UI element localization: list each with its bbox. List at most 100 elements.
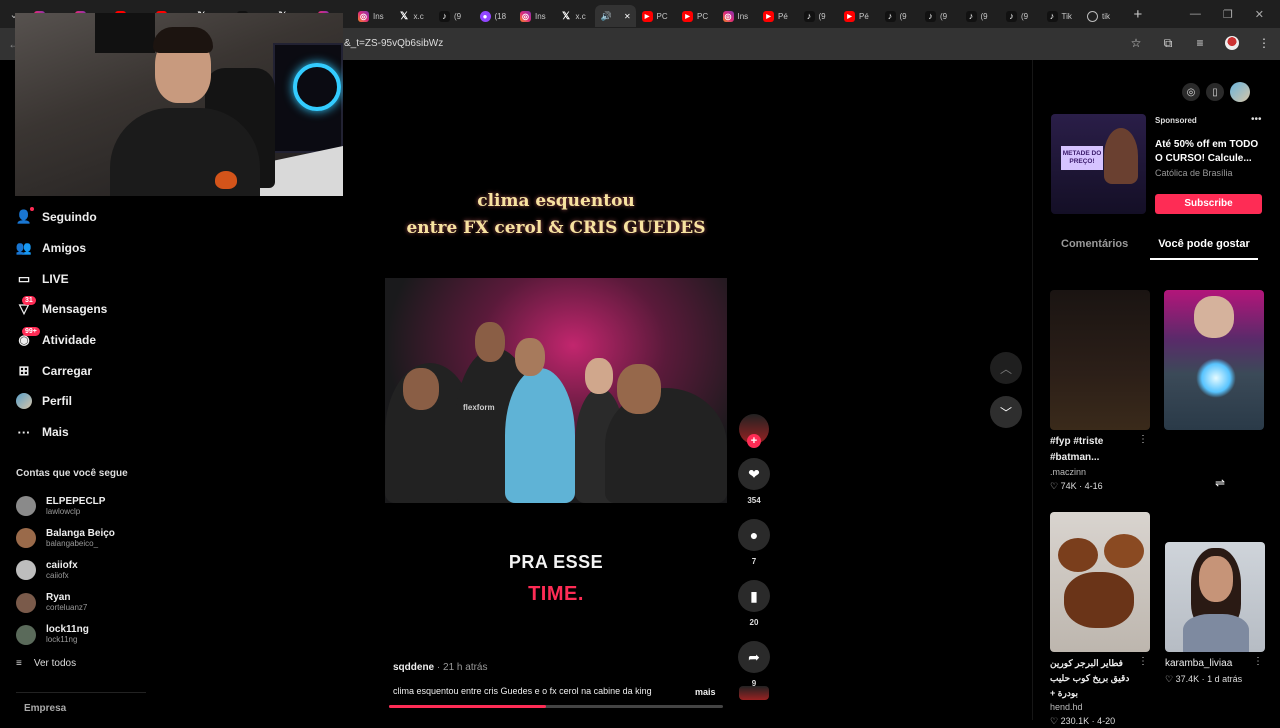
browser-tab[interactable]: ♪ (9 bbox=[1000, 5, 1041, 27]
browser-tab[interactable]: 𝕏x.c bbox=[555, 5, 596, 27]
save-action[interactable]: ▮ 20 bbox=[736, 580, 772, 627]
browser-tab[interactable]: ◎Ins bbox=[717, 5, 758, 27]
comment-action[interactable]: ● 7 bbox=[736, 519, 772, 566]
nav-item-perfil[interactable]: Perfil bbox=[16, 386, 216, 417]
share-icon[interactable]: ➦ bbox=[738, 641, 770, 673]
video-progress-fill bbox=[389, 705, 546, 708]
more-link[interactable]: mais bbox=[695, 687, 716, 697]
divider bbox=[16, 692, 146, 693]
following-item[interactable]: Balanga Beiço balangabeico_ bbox=[16, 522, 216, 554]
tab-title: x.c bbox=[575, 11, 586, 21]
see-all-link[interactable]: ≡ Ver todos bbox=[16, 658, 76, 669]
bookmark-icon[interactable]: ▮ bbox=[738, 580, 770, 612]
browser-menu-icon[interactable]: ⋮ bbox=[1256, 35, 1272, 51]
compass-icon[interactable]: ◎ bbox=[1182, 83, 1200, 101]
following-item[interactable]: lock11ng lock11ng bbox=[16, 619, 216, 651]
video-author[interactable]: sqddene bbox=[393, 662, 434, 673]
creator-avatar[interactable] bbox=[739, 414, 769, 448]
profile-icon[interactable] bbox=[1224, 35, 1240, 51]
following-section-title: Contas que você segue bbox=[16, 468, 128, 479]
video-thumbnail[interactable] bbox=[1050, 512, 1150, 652]
next-creator-avatar[interactable] bbox=[739, 686, 769, 700]
user-avatar[interactable] bbox=[1230, 82, 1250, 102]
heart-icon[interactable]: ❤ bbox=[738, 458, 770, 490]
video-thumbnail[interactable] bbox=[1165, 542, 1265, 652]
video-caption-highlight: TIME. bbox=[528, 583, 584, 605]
chevron-up-icon: ︿ bbox=[999, 361, 1012, 376]
company-link[interactable]: Empresa bbox=[24, 703, 66, 714]
nav-label: Mensagens bbox=[42, 302, 108, 317]
phone-icon[interactable]: ▯ bbox=[1206, 83, 1224, 101]
tab-suggestions[interactable]: Você pode gostar bbox=[1150, 238, 1258, 260]
browser-tab[interactable]: ♪ (9 bbox=[798, 5, 839, 27]
ad-subscribe-button[interactable]: Subscribe bbox=[1155, 194, 1262, 214]
suggested-video-card[interactable]: ⋮ فطاير البرجر كورين دقيق بريخ كوب حليب … bbox=[1050, 512, 1150, 728]
suggested-video-card[interactable]: ⋮ #fyp #triste #batman... .maczinn ♡ 74K… bbox=[1050, 290, 1150, 493]
media-controls-icon[interactable]: ≡ bbox=[1192, 35, 1208, 51]
share-action[interactable]: ➦ 9 bbox=[736, 641, 772, 688]
following-item[interactable]: Ryan corteluanz7 bbox=[16, 587, 216, 619]
ad-title[interactable]: Até 50% off em TODO O CURSO! Calcule... bbox=[1155, 138, 1267, 166]
browser-tab[interactable]: ● (18 bbox=[474, 5, 515, 27]
tab-title: (9 bbox=[980, 11, 988, 21]
bookmark-star-icon[interactable]: ☆ bbox=[1128, 35, 1144, 51]
nav-item-amigos[interactable]: 👥 Amigos bbox=[16, 233, 216, 264]
nav-item-mais[interactable]: ··· Mais bbox=[16, 417, 216, 448]
close-window-icon[interactable]: ✕ bbox=[1255, 8, 1264, 21]
extensions-icon[interactable]: ⧉ bbox=[1160, 35, 1176, 51]
share-float-icon[interactable]: ⇌ bbox=[1215, 476, 1225, 490]
ad-more-icon[interactable]: ••• bbox=[1251, 114, 1262, 125]
tab-title: (18 bbox=[494, 11, 507, 21]
video-progress-bar[interactable] bbox=[389, 705, 723, 708]
nav-item-mensagens[interactable]: ▽ 31 Mensagens bbox=[16, 294, 216, 325]
url-field[interactable]: &_t=ZS-95vQb6sibWz bbox=[344, 38, 443, 49]
ad-image[interactable]: METADE DO PREÇO! bbox=[1051, 114, 1146, 214]
video-thumbnail[interactable] bbox=[1164, 290, 1264, 430]
nav-item-atividade[interactable]: ◉ 99+ Atividade bbox=[16, 325, 216, 356]
like-action[interactable]: ❤ 354 bbox=[736, 458, 772, 505]
suggested-video-card[interactable]: ⋮ karamba_liviaa ♡ 37.4K · 1 d atrás bbox=[1165, 542, 1265, 686]
browser-tab[interactable]: ♪ Tik bbox=[1041, 5, 1082, 27]
browser-tab[interactable]: 𝕏x.c bbox=[393, 5, 434, 27]
maximize-icon[interactable]: ❐ bbox=[1223, 8, 1233, 21]
browser-tab[interactable]: ▶ Pé bbox=[757, 5, 798, 27]
nav-label: Amigos bbox=[42, 241, 87, 256]
tab-comments[interactable]: Comentários bbox=[1061, 238, 1128, 260]
card-more-icon[interactable]: ⋮ bbox=[1138, 656, 1148, 667]
card-more-icon[interactable]: ⋮ bbox=[1253, 656, 1263, 667]
browser-tab[interactable]: ▶ PC bbox=[676, 5, 717, 27]
suggested-video-card[interactable] bbox=[1164, 290, 1264, 430]
browser-tab[interactable]: ◎Ins bbox=[514, 5, 555, 27]
close-tab-icon[interactable]: ✕ bbox=[624, 12, 631, 21]
browser-tab[interactable]: ▶ PC bbox=[636, 5, 677, 27]
previous-video-button[interactable]: ︿ bbox=[990, 352, 1022, 384]
browser-tab[interactable]: ♪ (9 bbox=[879, 5, 920, 27]
card-user[interactable]: hend.hd bbox=[1050, 701, 1150, 714]
browser-tab[interactable]: ▶ Pé bbox=[838, 5, 879, 27]
yt-favicon-icon: ▶ bbox=[682, 10, 693, 22]
comment-icon[interactable]: ● bbox=[738, 519, 770, 551]
following-item[interactable]: caiiofx caiiofx bbox=[16, 554, 216, 586]
new-tab-icon[interactable]: + bbox=[1126, 6, 1150, 23]
nav-label: Carregar bbox=[42, 363, 93, 378]
dots-icon: ··· bbox=[17, 424, 31, 440]
nav-item-carregar[interactable]: ⊞ Carregar bbox=[16, 355, 216, 386]
minimize-icon[interactable]: — bbox=[1190, 8, 1201, 21]
browser-tab[interactable]: tik bbox=[1081, 5, 1122, 27]
card-title[interactable]: karamba_liviaa bbox=[1165, 656, 1255, 672]
browser-tab[interactable]: ◎Ins bbox=[352, 5, 393, 27]
card-more-icon[interactable]: ⋮ bbox=[1138, 434, 1148, 445]
tab-title: Ins bbox=[535, 11, 546, 21]
nav-item-seguindo[interactable]: 👤 Seguindo bbox=[16, 202, 216, 233]
browser-tab[interactable]: 🔊 ✕ bbox=[595, 5, 636, 27]
following-item[interactable]: ELPEPECLP lawlowclp bbox=[16, 490, 216, 522]
video-player[interactable]: clima esquentou entre FX cerol & CRIS GU… bbox=[385, 132, 727, 708]
next-video-button[interactable]: ﹀ bbox=[990, 396, 1022, 428]
card-user[interactable]: .maczinn bbox=[1050, 466, 1150, 479]
nav-item-live[interactable]: ▭ LIVE bbox=[16, 263, 216, 294]
browser-tab[interactable]: ♪ (9 bbox=[919, 5, 960, 27]
browser-tab[interactable]: ♪ (9 bbox=[433, 5, 474, 27]
browser-tab[interactable]: ♪ (9 bbox=[960, 5, 1001, 27]
video-thumbnail[interactable] bbox=[1050, 290, 1150, 430]
video-meta: sqddene · 21 h atrás bbox=[393, 662, 488, 673]
